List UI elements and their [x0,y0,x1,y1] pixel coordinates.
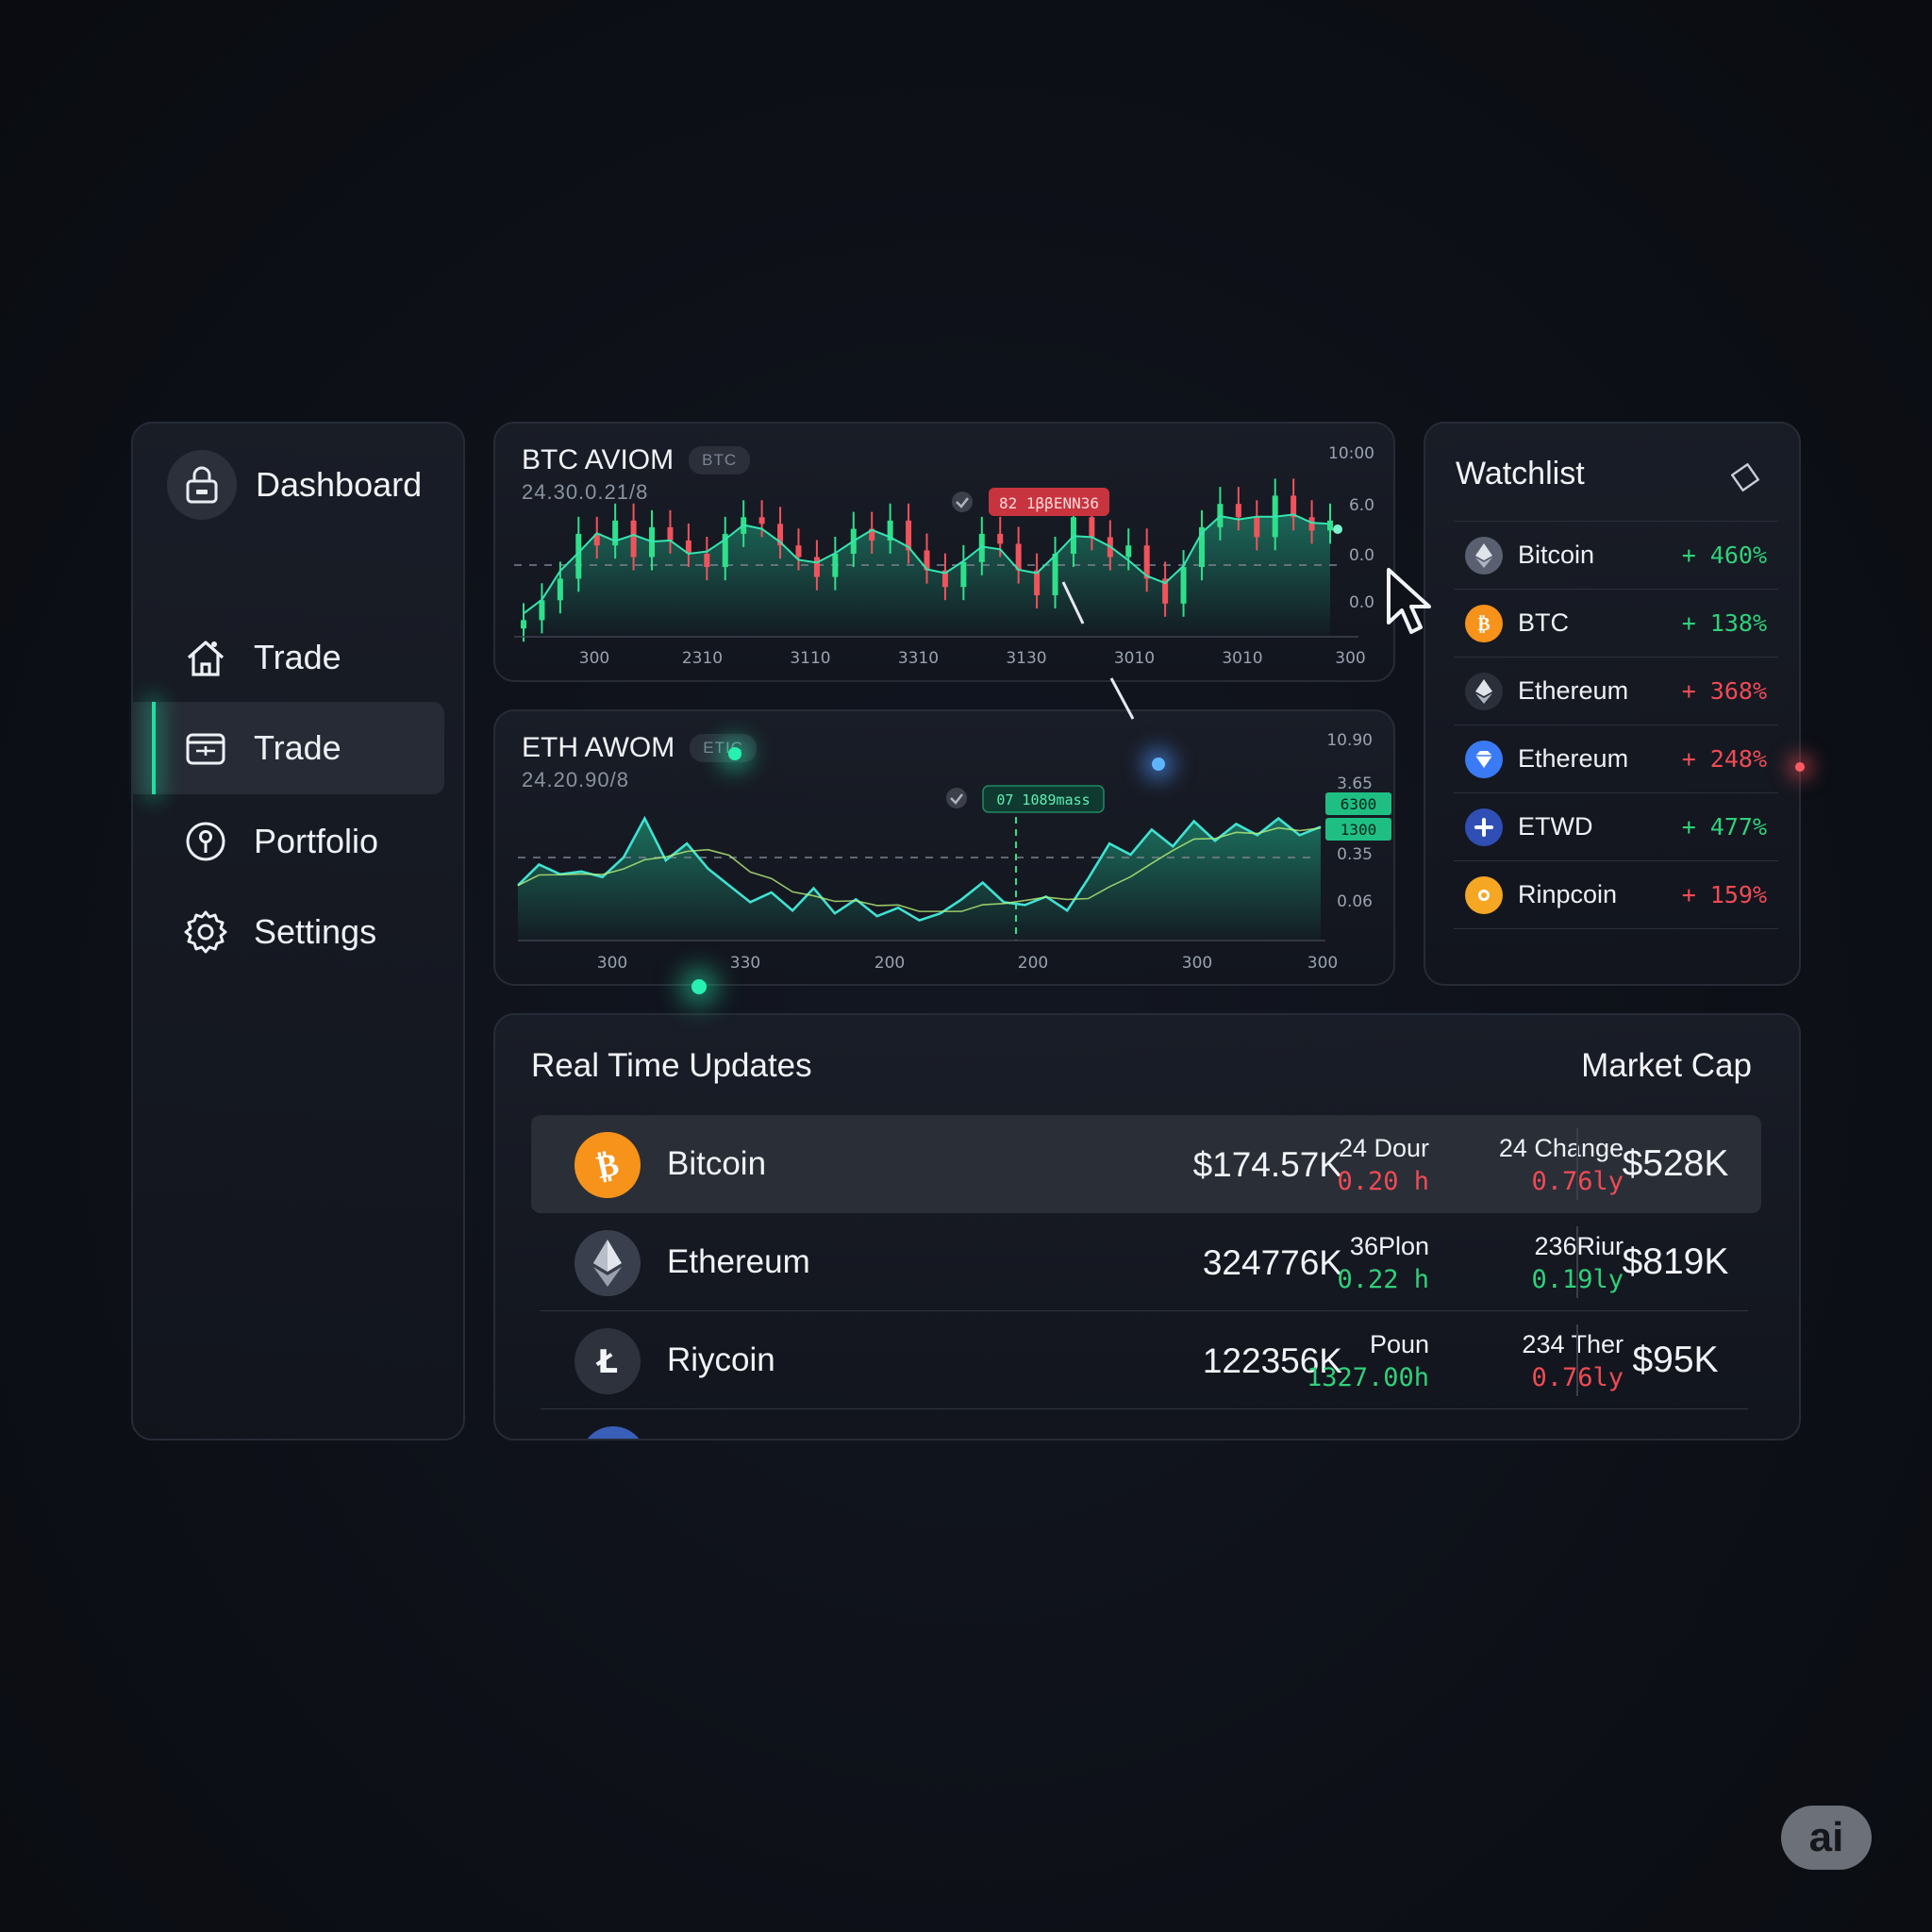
connector-lines [1061,581,1135,720]
mouse-cursor-icon [1387,568,1431,634]
ai-badge[interactable]: ai [1781,1806,1872,1870]
